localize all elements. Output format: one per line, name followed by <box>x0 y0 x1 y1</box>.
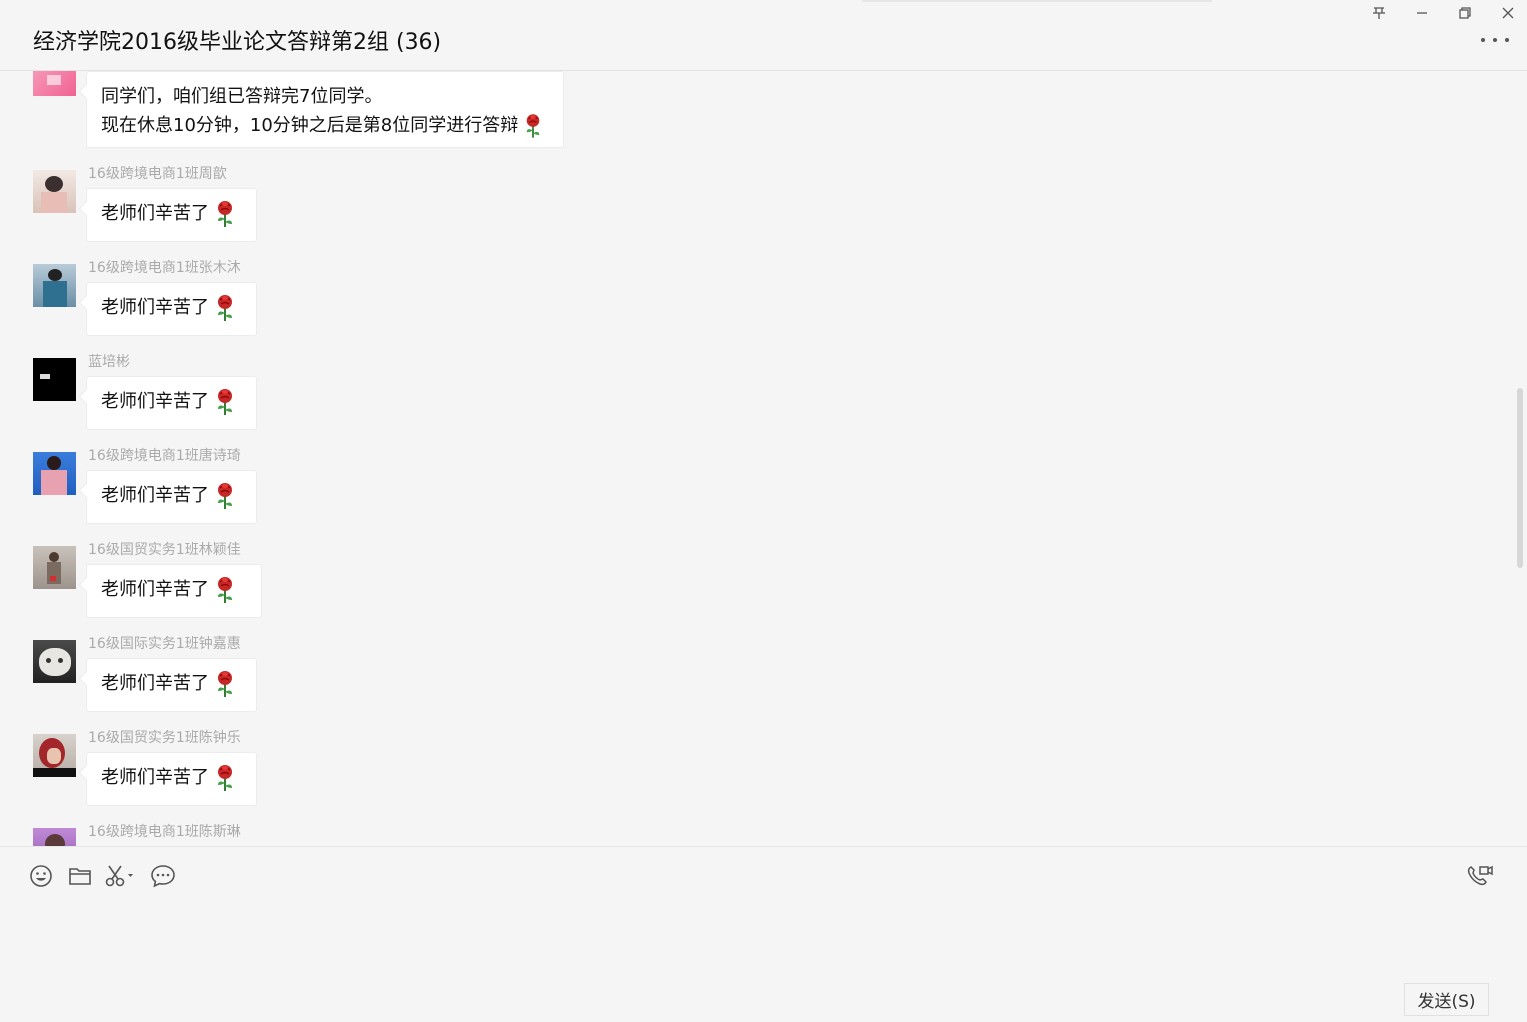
avatar[interactable] <box>33 828 76 846</box>
avatar[interactable] <box>33 264 76 307</box>
rose-emoji-icon <box>215 200 235 228</box>
sender-name: 16级跨境电商1班张木沐 <box>88 260 241 276</box>
chat-history-icon[interactable] <box>150 863 176 889</box>
avatar[interactable] <box>33 452 76 495</box>
rose-emoji-icon <box>524 113 542 139</box>
avatar[interactable] <box>33 640 76 683</box>
message-text: 老师们辛苦了 <box>101 485 209 506</box>
more-options-icon[interactable] <box>1481 30 1509 50</box>
message-line-1: 同学们，咱们组已答辩完7位同学。 <box>101 86 383 107</box>
chat-header: 经济学院2016级毕业论文答辩第2组 (36) <box>0 0 1527 71</box>
avatar[interactable] <box>33 71 76 96</box>
message-bubble[interactable]: 老师们辛苦了 <box>86 188 257 242</box>
avatar[interactable] <box>33 358 76 401</box>
message-text: 老师们辛苦了 <box>101 297 209 318</box>
message-text: 老师们辛苦了 <box>101 673 209 694</box>
sender-name: 蓝培彬 <box>88 354 130 370</box>
chat-title: 经济学院2016级毕业论文答辩第2组 (36) <box>33 30 442 55</box>
message-bubble[interactable]: 老师们辛苦了 <box>86 658 257 712</box>
message-bubble[interactable]: 老师们辛苦了 <box>86 752 257 806</box>
message-line-2: 现在休息10分钟，10分钟之后是第8位同学进行答辩 <box>101 115 519 136</box>
message-bubble[interactable]: 老师们辛苦了 <box>86 470 257 524</box>
top-strip-divider <box>862 0 1212 2</box>
restore-icon[interactable] <box>1454 2 1476 24</box>
sender-name: 16级跨境电商1班陈斯琳 <box>88 824 241 840</box>
sender-name: 16级跨境电商1班周歆 <box>88 166 227 182</box>
rose-emoji-icon <box>215 764 235 792</box>
send-button[interactable]: 发送(S) <box>1404 983 1489 1016</box>
pin-icon[interactable] <box>1368 2 1390 24</box>
minimize-icon[interactable] <box>1411 2 1433 24</box>
sender-name: 16级国际实务1班钟嘉惠 <box>88 636 241 652</box>
rose-emoji-icon <box>215 388 235 416</box>
sender-name: 16级国贸实务1班林颖佳 <box>88 542 241 558</box>
rose-emoji-icon <box>215 482 235 510</box>
message-bubble[interactable]: 老师们辛苦了 <box>86 282 257 336</box>
close-icon[interactable] <box>1497 2 1519 24</box>
rose-emoji-icon <box>215 576 235 604</box>
sender-name: 16级跨境电商1班唐诗琦 <box>88 448 241 464</box>
message-input-area[interactable]: 发送(S) <box>0 846 1527 1022</box>
message-bubble[interactable]: 老师们辛苦了 <box>86 376 257 430</box>
message-text: 老师们辛苦了 <box>101 767 209 788</box>
scissors-icon[interactable] <box>105 863 137 889</box>
message-text: 老师们辛苦了 <box>101 579 209 600</box>
rose-emoji-icon <box>215 670 235 698</box>
avatar[interactable] <box>33 170 76 213</box>
avatar[interactable] <box>33 734 76 777</box>
message-bubble[interactable]: 同学们，咱们组已答辩完7位同学。 现在休息10分钟，10分钟之后是第8位同学进行… <box>86 71 564 148</box>
rose-emoji-icon <box>215 294 235 322</box>
scrollbar-thumb[interactable] <box>1517 388 1523 568</box>
message-list[interactable]: 同学们，咱们组已答辩完7位同学。 现在休息10分钟，10分钟之后是第8位同学进行… <box>0 71 1527 846</box>
message-text: 老师们辛苦了 <box>101 203 209 224</box>
avatar[interactable] <box>33 546 76 589</box>
video-call-icon[interactable] <box>1466 863 1494 889</box>
emoji-icon[interactable] <box>28 863 54 889</box>
message-text: 老师们辛苦了 <box>101 391 209 412</box>
message-bubble[interactable]: 老师们辛苦了 <box>86 564 262 618</box>
folder-icon[interactable] <box>67 863 93 889</box>
sender-name: 16级国贸实务1班陈钟乐 <box>88 730 241 746</box>
